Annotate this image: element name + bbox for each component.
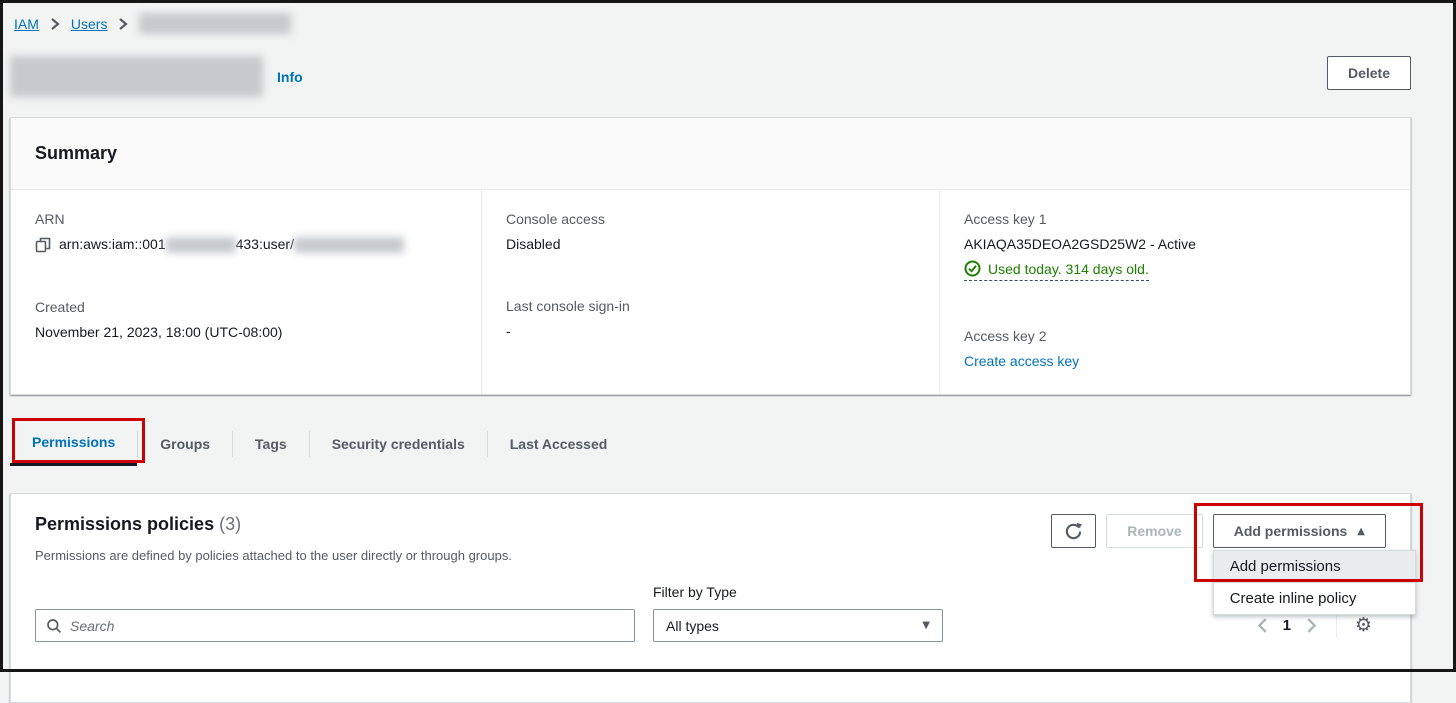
created-label: Created	[35, 299, 457, 315]
console-access-value: Disabled	[506, 236, 915, 252]
summary-title: Summary	[35, 143, 1386, 164]
created-field: Created November 21, 2023, 18:00 (UTC-08…	[11, 278, 481, 365]
summary-card-header: Summary	[11, 118, 1410, 190]
access-key-2-field: Access key 2 Create access key	[940, 307, 1410, 394]
arn-redacted-1	[166, 237, 236, 253]
tab-permissions[interactable]: Permissions	[10, 421, 137, 466]
gear-icon[interactable]: ⚙	[1355, 616, 1372, 635]
search-input[interactable]	[70, 618, 624, 634]
access-key-1-status[interactable]: Used today. 314 days old.	[964, 260, 1149, 281]
tab-bar: Permissions Groups Tags Security credent…	[10, 421, 1411, 466]
arn-field: ARN arn:aws:iam::001433:user/	[11, 190, 481, 278]
console-access-field: Console access Disabled	[482, 190, 939, 277]
search-icon	[46, 618, 62, 634]
panel-title: Permissions policies (3)	[35, 514, 512, 535]
add-permissions-wrap: Add permissions ▲ Add permissions Create…	[1213, 514, 1386, 548]
console-access-label: Console access	[506, 211, 915, 227]
access-key-2-label: Access key 2	[964, 328, 1386, 344]
tab-groups[interactable]: Groups	[138, 421, 232, 466]
panel-title-block: Permissions policies (3) Permissions are…	[35, 514, 512, 563]
panel-actions: Remove Add permissions ▲ Add permissions…	[1051, 514, 1386, 548]
pagination-divider	[1336, 614, 1337, 638]
tab-tags[interactable]: Tags	[233, 421, 309, 466]
tab-last-accessed[interactable]: Last Accessed	[488, 421, 630, 466]
menu-item-create-inline-policy[interactable]: Create inline policy	[1214, 583, 1415, 614]
type-filter-value: All types	[666, 618, 719, 634]
refresh-icon	[1064, 522, 1083, 541]
breadcrumb: IAM Users	[10, 0, 1411, 34]
create-access-key-link[interactable]: Create access key	[964, 353, 1079, 369]
created-value: November 21, 2023, 18:00 (UTC-08:00)	[35, 324, 457, 340]
arn-value: arn:aws:iam::001433:user/	[59, 236, 404, 253]
last-signin-field: Last console sign-in -	[482, 277, 939, 364]
breadcrumb-iam[interactable]: IAM	[14, 16, 39, 32]
delete-button[interactable]: Delete	[1327, 56, 1411, 90]
last-signin-label: Last console sign-in	[506, 298, 915, 314]
remove-button[interactable]: Remove	[1106, 514, 1202, 548]
arn-redacted-2	[294, 237, 404, 253]
breadcrumb-current-redacted	[139, 13, 291, 34]
next-page-button[interactable]	[1305, 617, 1318, 634]
policy-count: (3)	[219, 514, 241, 534]
arn-label: ARN	[35, 211, 457, 227]
page-title-redacted	[10, 56, 263, 97]
access-key-1-value: AKIAQA35DEOA2GSD25W2 - Active	[964, 236, 1386, 252]
filter-row: Filter by Type All types ▼ 1 ⚙	[35, 584, 1386, 642]
add-permissions-button[interactable]: Add permissions ▲	[1213, 514, 1386, 548]
breadcrumb-users[interactable]: Users	[71, 16, 108, 32]
panel-description: Permissions are defined by policies atta…	[35, 548, 512, 563]
copy-icon[interactable]	[35, 237, 51, 253]
last-signin-value: -	[506, 323, 915, 339]
check-circle-icon	[964, 260, 981, 277]
page-number[interactable]: 1	[1283, 617, 1291, 634]
access-key-1-label: Access key 1	[964, 211, 1386, 227]
type-filter-select[interactable]: All types ▼	[653, 609, 943, 642]
refresh-button[interactable]	[1051, 514, 1096, 548]
summary-grid: ARN arn:aws:iam::001433:user/ Created No…	[11, 190, 1410, 394]
chevron-right-icon	[117, 17, 129, 31]
tab-security-credentials[interactable]: Security credentials	[310, 421, 487, 466]
previous-page-button[interactable]	[1256, 617, 1269, 634]
info-link[interactable]: Info	[277, 69, 303, 85]
summary-card: Summary ARN arn:aws:iam::001433:user/	[10, 117, 1411, 395]
menu-item-add-permissions[interactable]: Add permissions	[1214, 551, 1415, 583]
add-permissions-menu: Add permissions Create inline policy	[1213, 550, 1416, 615]
filter-by-type-label: Filter by Type	[653, 584, 943, 600]
page-header: Info Delete	[10, 56, 1411, 97]
type-filter: Filter by Type All types ▼	[653, 584, 943, 642]
chevron-right-icon	[49, 17, 61, 31]
caret-up-icon: ▲	[1357, 526, 1365, 537]
search-box	[35, 609, 635, 642]
access-key-1-field: Access key 1 AKIAQA35DEOA2GSD25W2 - Acti…	[940, 190, 1410, 307]
caret-down-icon: ▼	[922, 620, 930, 631]
